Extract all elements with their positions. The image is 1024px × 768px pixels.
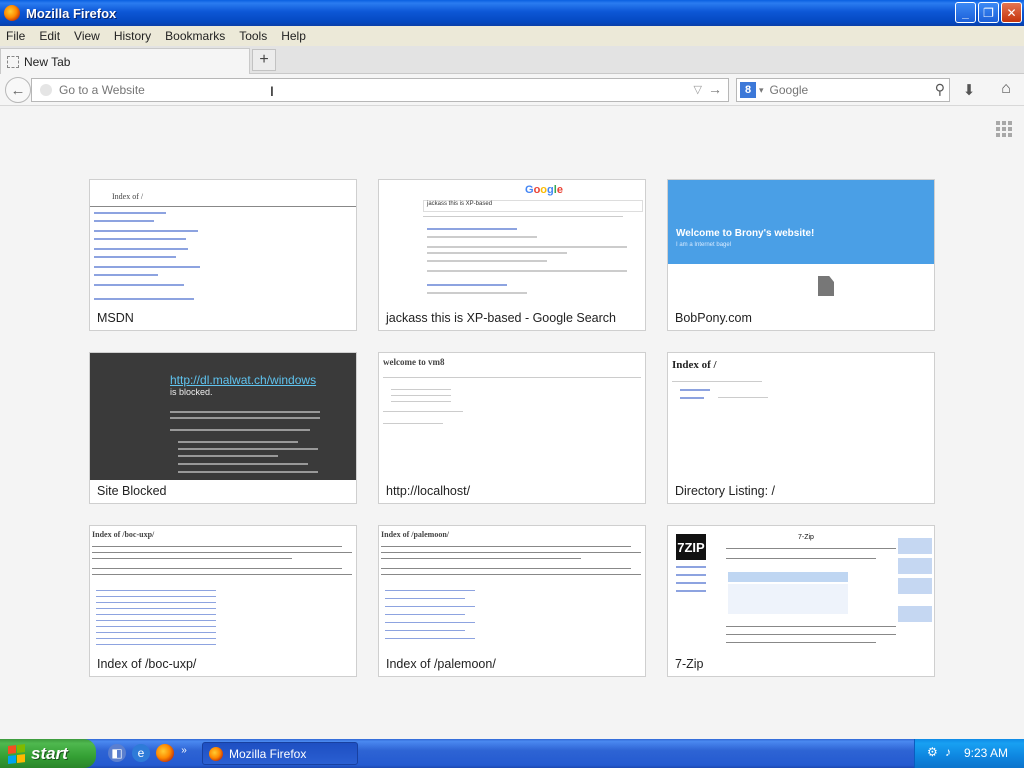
top-site-tile[interactable]: Google jackass this is XP-based jackass …: [378, 179, 646, 331]
tile-title: Site Blocked: [97, 484, 167, 498]
menu-history[interactable]: History: [107, 29, 158, 43]
tab-strip: New Tab +: [0, 46, 1024, 74]
thumb-search-box: jackass this is XP-based: [423, 200, 643, 212]
menu-bar: File Edit View History Bookmarks Tools H…: [0, 26, 1024, 46]
system-tray: ⚙ ♪ 9:23 AM: [914, 739, 1024, 768]
firefox-logo-icon: [4, 5, 20, 21]
menu-file[interactable]: File: [0, 29, 32, 43]
thumb-heading: welcome to vm8: [383, 357, 445, 367]
tile-thumbnail: 7ZIP 7-Zip: [668, 526, 934, 653]
globe-icon: [40, 84, 52, 96]
thumb-heading: Index of /boc-uxp/: [92, 530, 155, 539]
tile-title: jackass this is XP-based - Google Search: [386, 311, 616, 325]
thumb-heading: Index of /: [112, 192, 144, 201]
engine-dropdown-icon[interactable]: ▾: [759, 85, 764, 96]
thumb-heading: 7-Zip: [798, 534, 814, 541]
top-site-tile[interactable]: Index of /palemoon/ Index of /palemoon/: [378, 525, 646, 677]
maximize-button[interactable]: ❐: [978, 2, 999, 23]
network-icon[interactable]: ⚙: [927, 745, 941, 759]
start-label: start: [31, 743, 68, 763]
quicklaunch-overflow-icon[interactable]: »: [179, 741, 189, 759]
tile-title: Index of /boc-uxp/: [97, 657, 197, 671]
tile-grid-settings-icon[interactable]: [996, 121, 1012, 137]
search-input[interactable]: [769, 83, 920, 97]
tile-thumbnail: Welcome to Brony's website! I am a Inter…: [668, 180, 934, 307]
search-bar[interactable]: 8 ▾ ⚲: [736, 78, 950, 102]
top-site-tile[interactable]: Index of / Directory Listing: /: [667, 352, 935, 504]
taskbar-firefox-button[interactable]: Mozilla Firefox: [202, 742, 358, 765]
taskbar-button-label: Mozilla Firefox: [229, 746, 307, 761]
menu-edit[interactable]: Edit: [32, 29, 67, 43]
clock[interactable]: 9:23 AM: [964, 746, 1008, 760]
tile-title: BobPony.com: [675, 311, 752, 325]
back-button[interactable]: ←: [5, 77, 31, 103]
google-logo-thumb: Google: [525, 184, 563, 196]
site-header-banner: [668, 180, 934, 264]
close-button[interactable]: ✕: [1001, 2, 1022, 23]
thumb-heading: Welcome to Brony's website!: [676, 228, 815, 239]
tile-title: Directory Listing: /: [675, 484, 776, 498]
tab-new-tab[interactable]: New Tab: [0, 48, 250, 74]
top-sites-grid: Index of / MSDN Google jackass this is X…: [89, 179, 935, 677]
navigation-toolbar: ← ▽ → 8 ▾ ⚲ ⬇ ⌂: [0, 74, 1024, 106]
quicklaunch-firefox-icon[interactable]: [156, 744, 174, 762]
url-input[interactable]: [59, 83, 679, 97]
menu-view[interactable]: View: [67, 29, 107, 43]
window-controls: _ ❐ ✕: [955, 2, 1022, 23]
tile-thumbnail: Index of /: [668, 353, 934, 480]
url-history-dropdown-icon[interactable]: ▽: [694, 83, 702, 96]
tile-thumbnail: http://dl.malwat.ch/windows is blocked.: [90, 353, 356, 480]
thumb-heading: Index of /: [672, 359, 717, 371]
tile-title: 7-Zip: [675, 657, 704, 671]
windows-flag-icon: [8, 743, 26, 764]
magnifier-icon[interactable]: ⚲: [935, 81, 945, 98]
quicklaunch-explorer-icon[interactable]: ◧: [108, 744, 126, 762]
tile-thumbnail: Index of /boc-uxp/: [90, 526, 356, 653]
url-bar[interactable]: ▽ →: [31, 78, 729, 102]
menu-tools[interactable]: Tools: [232, 29, 274, 43]
firefox-icon: [209, 746, 223, 761]
blocked-text: is blocked.: [170, 387, 213, 397]
top-site-tile[interactable]: http://dl.malwat.ch/windows is blocked. …: [89, 352, 357, 504]
top-site-tile[interactable]: Index of /boc-uxp/ Index of /boc-uxp/: [89, 525, 357, 677]
taskbar: start ◧ e » Mozilla Firefox ⚙ ♪ 9:23 AM: [0, 739, 1024, 768]
new-tab-page: Index of / MSDN Google jackass this is X…: [0, 107, 1024, 739]
7zip-logo: 7ZIP: [676, 534, 706, 560]
window-title: Mozilla Firefox: [26, 5, 117, 21]
top-site-tile[interactable]: Index of / MSDN: [89, 179, 357, 331]
menu-bookmarks[interactable]: Bookmarks: [158, 29, 232, 43]
go-arrow-icon[interactable]: →: [708, 81, 722, 97]
volume-icon[interactable]: ♪: [945, 745, 959, 759]
tile-thumbnail: Index of /: [90, 180, 356, 307]
window-titlebar[interactable]: Mozilla Firefox _ ❐ ✕: [0, 0, 1024, 26]
blank-page-icon: [7, 55, 19, 68]
document-icon: [818, 276, 834, 296]
text-cursor-icon: I: [270, 83, 274, 99]
tile-thumbnail: welcome to vm8: [379, 353, 645, 480]
start-button[interactable]: start: [0, 739, 96, 768]
google-engine-icon[interactable]: 8: [740, 82, 756, 98]
new-tab-button[interactable]: +: [252, 49, 276, 71]
tile-title: MSDN: [97, 311, 134, 325]
quicklaunch-ie-icon[interactable]: e: [132, 744, 150, 762]
home-icon[interactable]: ⌂: [996, 80, 1016, 100]
top-site-tile[interactable]: welcome to vm8 http://localhost/: [378, 352, 646, 504]
top-site-tile[interactable]: Welcome to Brony's website! I am a Inter…: [667, 179, 935, 331]
downloads-icon[interactable]: ⬇: [960, 81, 978, 99]
top-site-tile[interactable]: 7ZIP 7-Zip 7-Zip: [667, 525, 935, 677]
blocked-url: http://dl.malwat.ch/windows: [170, 373, 317, 387]
tile-thumbnail: Google jackass this is XP-based: [379, 180, 645, 307]
tile-title: http://localhost/: [386, 484, 471, 498]
menu-help[interactable]: Help: [274, 29, 313, 43]
thumb-subheading: I am a Internet bagel: [676, 242, 732, 248]
minimize-button[interactable]: _: [955, 2, 976, 23]
thumb-heading: Index of /palemoon/: [381, 530, 450, 539]
tab-label: New Tab: [24, 54, 71, 69]
tile-title: Index of /palemoon/: [386, 657, 496, 671]
tile-thumbnail: Index of /palemoon/: [379, 526, 645, 653]
